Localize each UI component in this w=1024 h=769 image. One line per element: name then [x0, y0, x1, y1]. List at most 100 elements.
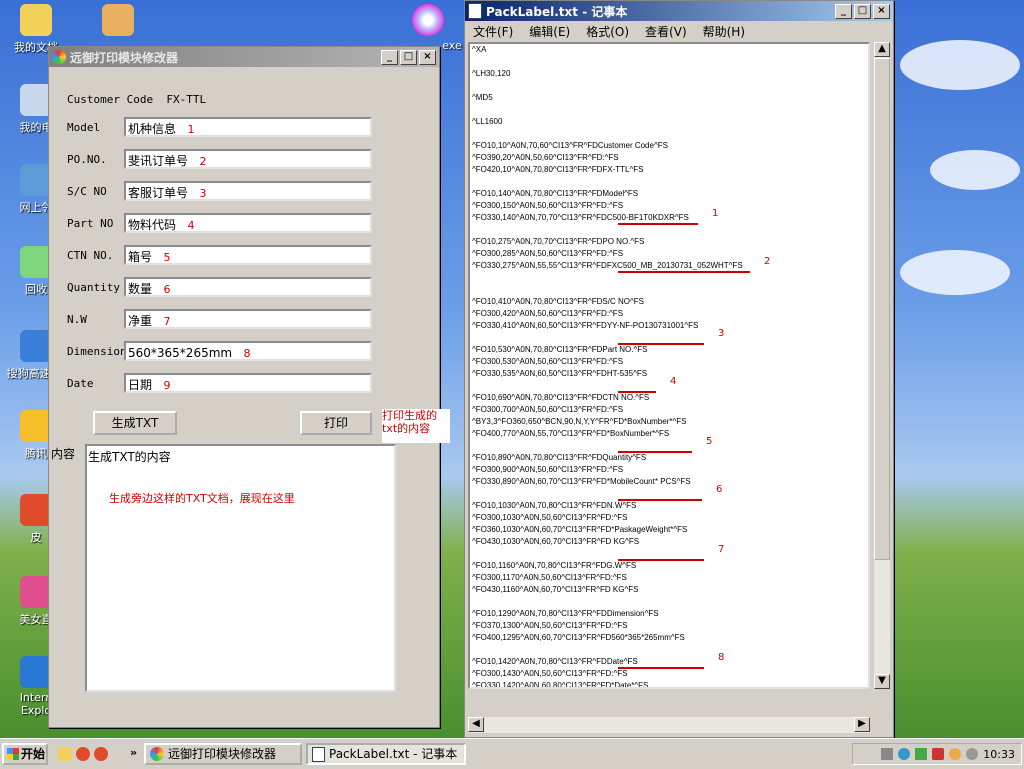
desktop-icon-image: [20, 4, 52, 36]
task-app[interactable]: 远御打印模块修改器: [144, 743, 302, 765]
text-line: [470, 644, 868, 656]
text-line: ^FO430,1160^A0N,60,70^CI13^FR^FD KG^FS: [472, 585, 639, 594]
signal-icon[interactable]: [915, 748, 928, 760]
content-text: 生成TXT的内容: [88, 450, 171, 464]
scroll-thumb[interactable]: [874, 58, 890, 560]
close-button[interactable]: ×: [419, 49, 436, 65]
notepad-task-icon: [312, 746, 325, 762]
field-input[interactable]: 日期 9: [124, 373, 372, 393]
field-input[interactable]: 净重 7: [124, 309, 372, 329]
text-line: ^FO10,890^A0N,70,80^CI13^FR^FDQuantity^F…: [472, 453, 647, 462]
vertical-scrollbar[interactable]: ▲ ▼: [874, 42, 890, 689]
generate-txt-button[interactable]: 生成TXT: [93, 411, 177, 435]
field-value: 机种信息: [128, 122, 177, 136]
quick-launch-icon[interactable]: [75, 747, 90, 761]
print-button[interactable]: 打印: [300, 411, 372, 435]
red-marker: 1: [712, 208, 719, 219]
app-task-icon: [150, 747, 164, 761]
field-label: CTN NO.: [67, 249, 114, 262]
text-line: [470, 80, 868, 92]
content-textarea[interactable]: 生成TXT的内容 生成旁边这样的TXT文档，展现在这里: [85, 444, 396, 692]
field-input[interactable]: 物料代码 4: [124, 213, 372, 233]
red-marker: 7: [718, 544, 725, 555]
red-marker: 2: [764, 256, 771, 267]
content-label: 内容: [51, 447, 76, 461]
close-button[interactable]: ×: [873, 3, 890, 19]
text-line: ^BY3,3^FO360,650^BCN,90,N,Y,Y^FR^FD*BoxN…: [472, 417, 687, 426]
scroll-left-button[interactable]: ◀: [468, 717, 484, 732]
field-label: Date: [67, 377, 94, 390]
cd-icon: [412, 4, 444, 36]
security-icon[interactable]: [932, 748, 945, 760]
task-notepad[interactable]: PackLabel.txt - 记事本: [306, 743, 466, 765]
text-line: ^FO360,1030^A0N,60,70^CI13^FR^FD*Paskage…: [472, 525, 688, 534]
field-input[interactable]: 斐讯订单号 2: [124, 149, 372, 169]
horizontal-scrollbar[interactable]: ◀ ▶: [468, 717, 870, 733]
notepad-titlebar[interactable]: PackLabel.txt - 记事本 _ □ ×: [465, 1, 893, 21]
field-value: 斐讯订单号: [128, 154, 189, 168]
field-annotation: 9: [163, 379, 171, 392]
field-input[interactable]: 机种信息 1: [124, 117, 372, 137]
text-line: ^FO300,1430^A0N,50,60^CI13^FR^FD:^FS: [472, 669, 628, 678]
text-line: ^FO10,410^A0N,70,80^CI13^FR^FDS/C NO^FS: [472, 297, 644, 306]
menu-item[interactable]: 编辑(E): [529, 23, 570, 40]
cloud: [900, 250, 1010, 295]
text-line: [470, 272, 868, 284]
clock[interactable]: 10:33: [983, 748, 1015, 761]
field-input[interactable]: 数量 6: [124, 277, 372, 297]
quick-launch-icon[interactable]: [58, 747, 72, 761]
print-annotation: 打印生成的 txt的内容: [382, 409, 450, 443]
text-line: ^FO300,1030^A0N,50,60^CI13^FR^FD:^FS: [472, 513, 628, 522]
menu-item[interactable]: 查看(V): [645, 23, 687, 40]
field-value: 净重: [128, 314, 153, 328]
red-marker: 6: [716, 484, 723, 495]
text-line: ^FO10,1030^A0N,70,80^CI13^FR^FDN.W^FS: [472, 501, 637, 510]
text-line: ^FO330,890^A0N,60,70^CI13^FR^FD*MobileCo…: [472, 477, 691, 486]
start-button[interactable]: 开始: [2, 743, 48, 765]
field-input[interactable]: 560*365*265mm 8: [124, 341, 372, 361]
field-annotation: 5: [163, 251, 171, 264]
scroll-down-button[interactable]: ▼: [874, 674, 890, 689]
text-line: [470, 284, 868, 296]
text-line: ^FO400,770^A0N,55,70^CI13^FR^FD*BoxNumbe…: [472, 429, 670, 438]
app-titlebar[interactable]: 远御打印模块修改器 _ □ ×: [49, 47, 439, 67]
desktop-icon-app[interactable]: [86, 4, 150, 39]
quick-launch-chevron-icon[interactable]: »: [130, 746, 137, 759]
field-input[interactable]: 客服订单号 3: [124, 181, 372, 201]
field-input[interactable]: 箱号 5: [124, 245, 372, 265]
app-window-title: 远御打印模块修改器: [70, 50, 179, 65]
desktop-icon-label: 腾讯: [25, 447, 47, 460]
text-line: [470, 56, 868, 68]
red-underline: [618, 343, 704, 345]
minimize-button[interactable]: _: [381, 49, 398, 65]
keyboard-icon[interactable]: [881, 748, 894, 760]
scroll-right-button[interactable]: ▶: [854, 717, 870, 732]
text-line: [470, 104, 868, 116]
text-line: ^FO300,150^A0N,50,60^CI13^FR^FD:^FS: [472, 201, 624, 210]
menu-item[interactable]: 帮助(H): [703, 23, 745, 40]
text-line: [470, 128, 868, 140]
field-label: Model: [67, 121, 101, 134]
text-line: ^FO10,275^A0N,70,70^CI13^FR^FDPO NO.^FS: [472, 237, 645, 246]
notepad-text-area[interactable]: ^XA ^LH30,120 ^MD5 ^LL1600 ^FO10,10^A0N,70,6…: [468, 42, 870, 689]
quick-launch[interactable]: [58, 747, 124, 761]
scroll-up-button[interactable]: ▲: [874, 42, 890, 57]
shield-icon[interactable]: [949, 748, 962, 760]
app-window-icon: [52, 50, 66, 64]
field-label: S/C NO: [67, 185, 107, 198]
desktop-icon-exe[interactable]: exe: [396, 4, 462, 52]
menu-item[interactable]: 文件(F): [473, 23, 513, 40]
field-annotation: 7: [163, 315, 171, 328]
red-marker: 3: [718, 328, 725, 339]
red-marker: 8: [718, 652, 725, 663]
quick-launch-icon[interactable]: [93, 747, 108, 761]
network-icon[interactable]: [898, 748, 911, 760]
minimize-button[interactable]: _: [835, 3, 852, 19]
maximize-button[interactable]: □: [854, 3, 871, 19]
maximize-button[interactable]: □: [400, 49, 417, 65]
field-label: Part NO: [67, 217, 114, 230]
menu-item[interactable]: 格式(O): [586, 23, 629, 40]
volume-icon[interactable]: [966, 748, 979, 760]
app-window: 远御打印模块修改器 _ □ × Customer Code FX-TTL Mod…: [48, 46, 450, 728]
text-line: ^FO300,1170^A0N,50,60^CI13^FR^FD:^FS: [472, 573, 627, 582]
